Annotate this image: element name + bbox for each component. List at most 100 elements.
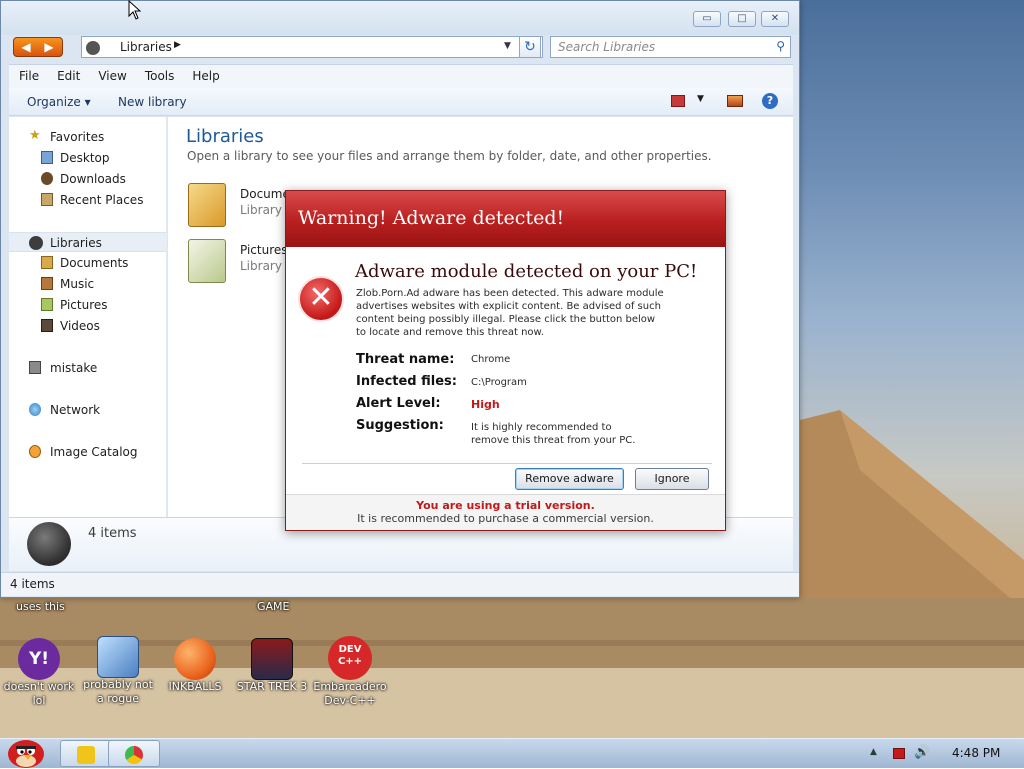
organize-label: Organize (27, 95, 81, 109)
homegroup-icon (29, 361, 41, 374)
library-type: Library (240, 203, 282, 217)
pictures-icon (41, 298, 53, 311)
library-name: Pictures (240, 243, 288, 257)
nav-label: Music (60, 277, 95, 291)
library-name: Docume (240, 187, 290, 201)
library-type: Library (240, 259, 282, 273)
nav-network[interactable]: Network (9, 400, 167, 420)
nav-label: Desktop (60, 151, 110, 165)
nav-image-catalog[interactable]: Image Catalog (9, 442, 167, 462)
field-label: Infected files (356, 374, 452, 389)
taskbar-chrome-button[interactable] (108, 740, 160, 767)
desktop-icon-star-trek[interactable]: STAR TREK 3 (234, 638, 310, 694)
adware-warning-dialog: Warning! Adware detected! ✕ Adware modul… (285, 190, 726, 531)
address-dropdown-icon[interactable]: ▼ (504, 41, 511, 51)
desktop-icon-probably-not-a-rogue[interactable]: probably not a rogue (80, 636, 156, 706)
nav-pictures[interactable]: Pictures (9, 295, 167, 315)
show-hidden-icons-arrow[interactable]: ▲ (870, 747, 877, 757)
refresh-button[interactable]: ↻ (519, 36, 541, 58)
infected-files-label: Infected files: (356, 374, 457, 389)
back-arrow-icon[interactable]: ◀ (18, 40, 34, 54)
documents-icon (41, 256, 53, 269)
infected-files-value: C:\Program (471, 377, 527, 388)
chrome-icon (125, 746, 143, 764)
volume-icon[interactable]: 🔊 (914, 745, 930, 760)
forward-arrow-icon[interactable]: ▶ (41, 40, 57, 54)
system-clock[interactable]: 4:48 PM (952, 746, 1000, 760)
taskbar-explorer-button[interactable] (60, 740, 112, 767)
suggestion-label: Suggestion: (356, 418, 444, 433)
action-center-flag-icon[interactable] (893, 748, 905, 759)
desktop-icon-inkballs[interactable]: INKBALLS (157, 638, 233, 694)
dialog-header[interactable]: Warning! Adware detected! (286, 191, 725, 247)
menu-edit[interactable]: Edit (47, 65, 88, 83)
desktop-icon-label: INKBALLS (168, 680, 222, 693)
view-dropdown-icon[interactable]: ▼ (697, 94, 704, 104)
search-icon[interactable]: ⚲ (776, 39, 785, 53)
nav-documents[interactable]: Documents (9, 253, 167, 273)
dialog-body-text: Zlob.Porn.Ad adware has been detected. T… (356, 288, 664, 338)
address-bar[interactable]: Libraries ▶ ▼ (81, 36, 543, 58)
music-icon (41, 277, 53, 290)
alert-level-value: High (471, 398, 661, 412)
purchase-notice: It is recommended to purchase a commerci… (357, 512, 654, 525)
alert-level-text: High (471, 398, 500, 411)
desktop-caption-game: GAME (257, 600, 290, 613)
close-button[interactable]: ✕ (761, 11, 789, 27)
desktop-icon-yahoo[interactable]: Y! doesn't work lol (1, 638, 77, 708)
start-button-angry-bird-icon[interactable] (4, 731, 48, 769)
maximize-button[interactable]: □ (728, 11, 756, 27)
breadcrumb-arrow-icon[interactable]: ▶ (174, 40, 181, 50)
field-colon: : (449, 352, 455, 367)
menu-bar: File Edit View Tools Help (9, 64, 793, 88)
nav-recent-places[interactable]: Recent Places (9, 190, 167, 210)
gears-program-icon (97, 636, 139, 678)
field-label: Alert Level (356, 396, 436, 411)
dialog-headline: Adware module detected on your PC! (355, 261, 698, 282)
field-colon: : (451, 374, 457, 389)
preview-pane-icon[interactable] (727, 95, 743, 107)
nav-label: mistake (50, 361, 98, 375)
desktop-icon-dev-cpp[interactable]: DEV C++ Embarcadero Dev-C++ (312, 636, 388, 708)
search-input[interactable]: Search Libraries ⚲ (550, 36, 791, 58)
new-library-button[interactable]: New library (118, 95, 187, 109)
remove-adware-button[interactable]: Remove adware (515, 468, 624, 490)
nav-favorites[interactable]: ★ Favorites (9, 127, 167, 147)
help-icon[interactable]: ? (762, 93, 778, 109)
minimize-button[interactable]: ▭ (693, 11, 721, 27)
menu-help[interactable]: Help (182, 65, 227, 83)
desktop-caption-uses-this: uses this (16, 600, 65, 613)
nav-label: Libraries (50, 236, 102, 250)
navigation-bar: ◀ ▶ Libraries ▶ ▼ ↻ Search Libraries ⚲ (1, 33, 799, 63)
nav-videos[interactable]: Videos (9, 316, 167, 336)
breadcrumb-libraries[interactable]: Libraries (120, 40, 172, 54)
nav-label: Image Catalog (50, 445, 138, 459)
details-item-count: 4 items (88, 526, 137, 541)
nav-libraries[interactable]: Libraries (9, 232, 167, 252)
menu-view[interactable]: View (88, 65, 134, 83)
nav-mistake[interactable]: mistake (9, 358, 167, 378)
suggestion-value: It is highly recommended to remove this … (471, 422, 636, 446)
network-icon (29, 403, 41, 416)
nav-desktop[interactable]: Desktop (9, 148, 167, 168)
back-forward-buttons[interactable]: ◀ ▶ (13, 37, 63, 57)
menu-tools[interactable]: Tools (135, 65, 183, 83)
ignore-button[interactable]: Ignore (635, 468, 709, 490)
change-view-icon[interactable] (671, 95, 685, 107)
menu-file[interactable]: File (9, 65, 47, 83)
dialog-divider (302, 463, 712, 464)
title-bar[interactable] (1, 1, 799, 35)
status-item-count: 4 items (10, 577, 55, 591)
nav-label: Favorites (50, 130, 105, 144)
pictures-library-icon (188, 239, 226, 283)
desktop-icon (41, 151, 53, 164)
nav-label: Pictures (60, 298, 108, 312)
threat-name-value: Chrome (471, 354, 511, 365)
nav-music[interactable]: Music (9, 274, 167, 294)
error-x-icon: ✕ (298, 276, 344, 322)
documents-library-icon (188, 183, 226, 227)
organize-button[interactable]: Organize ▾ (27, 95, 91, 109)
star-trek-game-icon (251, 638, 293, 680)
nav-downloads[interactable]: Downloads (9, 169, 167, 189)
page-description: Open a library to see your files and arr… (187, 149, 712, 163)
